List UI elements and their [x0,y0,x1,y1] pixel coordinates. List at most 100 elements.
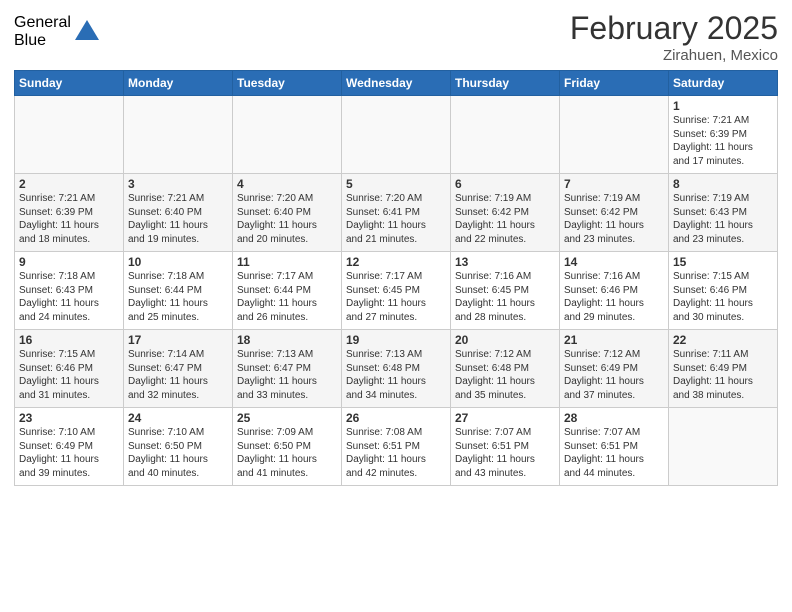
day-cell-3-5: 21Sunrise: 7:12 AMSunset: 6:49 PMDayligh… [560,330,669,408]
day-number: 28 [564,411,664,425]
day-info: Sunrise: 7:09 AMSunset: 6:50 PMDaylight:… [237,426,337,480]
day-cell-3-2: 18Sunrise: 7:13 AMSunset: 6:47 PMDayligh… [233,330,342,408]
day-cell-3-6: 22Sunrise: 7:11 AMSunset: 6:49 PMDayligh… [669,330,778,408]
logo-general: General [14,14,71,32]
day-info: Sunrise: 7:20 AMSunset: 6:40 PMDaylight:… [237,192,337,246]
day-cell-4-2: 25Sunrise: 7:09 AMSunset: 6:50 PMDayligh… [233,408,342,486]
day-cell-1-6: 8Sunrise: 7:19 AMSunset: 6:43 PMDaylight… [669,174,778,252]
day-info: Sunrise: 7:15 AMSunset: 6:46 PMDaylight:… [673,270,773,324]
day-number: 21 [564,333,664,347]
page: General Blue February 2025 Zirahuen, Mex… [0,0,792,612]
day-info: Sunrise: 7:19 AMSunset: 6:43 PMDaylight:… [673,192,773,246]
day-number: 10 [128,255,228,269]
day-cell-2-0: 9Sunrise: 7:18 AMSunset: 6:43 PMDaylight… [15,252,124,330]
week-row-3: 16Sunrise: 7:15 AMSunset: 6:46 PMDayligh… [15,330,778,408]
day-cell-2-2: 11Sunrise: 7:17 AMSunset: 6:44 PMDayligh… [233,252,342,330]
title-block: February 2025 Zirahuen, Mexico [570,10,778,64]
day-number: 7 [564,177,664,191]
col-tuesday: Tuesday [233,71,342,96]
day-info: Sunrise: 7:13 AMSunset: 6:48 PMDaylight:… [346,348,446,402]
day-info: Sunrise: 7:17 AMSunset: 6:44 PMDaylight:… [237,270,337,324]
day-info: Sunrise: 7:10 AMSunset: 6:50 PMDaylight:… [128,426,228,480]
day-number: 18 [237,333,337,347]
col-monday: Monday [124,71,233,96]
day-info: Sunrise: 7:08 AMSunset: 6:51 PMDaylight:… [346,426,446,480]
day-cell-1-0: 2Sunrise: 7:21 AMSunset: 6:39 PMDaylight… [15,174,124,252]
day-info: Sunrise: 7:19 AMSunset: 6:42 PMDaylight:… [455,192,555,246]
day-number: 5 [346,177,446,191]
day-cell-3-0: 16Sunrise: 7:15 AMSunset: 6:46 PMDayligh… [15,330,124,408]
day-info: Sunrise: 7:12 AMSunset: 6:48 PMDaylight:… [455,348,555,402]
col-friday: Friday [560,71,669,96]
location: Zirahuen, Mexico [570,47,778,64]
day-cell-0-1 [124,96,233,174]
week-row-1: 2Sunrise: 7:21 AMSunset: 6:39 PMDaylight… [15,174,778,252]
day-cell-0-2 [233,96,342,174]
day-cell-0-3 [342,96,451,174]
day-info: Sunrise: 7:18 AMSunset: 6:44 PMDaylight:… [128,270,228,324]
day-cell-0-6: 1Sunrise: 7:21 AMSunset: 6:39 PMDaylight… [669,96,778,174]
day-cell-4-5: 28Sunrise: 7:07 AMSunset: 6:51 PMDayligh… [560,408,669,486]
day-number: 20 [455,333,555,347]
day-number: 13 [455,255,555,269]
logo: General Blue [14,14,101,49]
day-number: 23 [19,411,119,425]
day-info: Sunrise: 7:07 AMSunset: 6:51 PMDaylight:… [455,426,555,480]
day-number: 12 [346,255,446,269]
week-row-4: 23Sunrise: 7:10 AMSunset: 6:49 PMDayligh… [15,408,778,486]
day-cell-3-4: 20Sunrise: 7:12 AMSunset: 6:48 PMDayligh… [451,330,560,408]
day-info: Sunrise: 7:14 AMSunset: 6:47 PMDaylight:… [128,348,228,402]
day-cell-2-5: 14Sunrise: 7:16 AMSunset: 6:46 PMDayligh… [560,252,669,330]
day-number: 14 [564,255,664,269]
day-info: Sunrise: 7:20 AMSunset: 6:41 PMDaylight:… [346,192,446,246]
day-info: Sunrise: 7:15 AMSunset: 6:46 PMDaylight:… [19,348,119,402]
day-cell-1-4: 6Sunrise: 7:19 AMSunset: 6:42 PMDaylight… [451,174,560,252]
day-number: 24 [128,411,228,425]
day-number: 26 [346,411,446,425]
day-info: Sunrise: 7:07 AMSunset: 6:51 PMDaylight:… [564,426,664,480]
day-cell-4-4: 27Sunrise: 7:07 AMSunset: 6:51 PMDayligh… [451,408,560,486]
day-info: Sunrise: 7:18 AMSunset: 6:43 PMDaylight:… [19,270,119,324]
day-info: Sunrise: 7:12 AMSunset: 6:49 PMDaylight:… [564,348,664,402]
day-number: 3 [128,177,228,191]
day-number: 9 [19,255,119,269]
day-info: Sunrise: 7:21 AMSunset: 6:40 PMDaylight:… [128,192,228,246]
day-info: Sunrise: 7:17 AMSunset: 6:45 PMDaylight:… [346,270,446,324]
week-row-0: 1Sunrise: 7:21 AMSunset: 6:39 PMDaylight… [15,96,778,174]
day-cell-4-1: 24Sunrise: 7:10 AMSunset: 6:50 PMDayligh… [124,408,233,486]
calendar-header-row: Sunday Monday Tuesday Wednesday Thursday… [15,71,778,96]
logo-icon [73,18,101,46]
week-row-2: 9Sunrise: 7:18 AMSunset: 6:43 PMDaylight… [15,252,778,330]
day-number: 8 [673,177,773,191]
month-title: February 2025 [570,10,778,47]
day-number: 19 [346,333,446,347]
logo-text: General Blue [14,14,71,49]
day-cell-4-6 [669,408,778,486]
day-info: Sunrise: 7:11 AMSunset: 6:49 PMDaylight:… [673,348,773,402]
col-wednesday: Wednesday [342,71,451,96]
day-info: Sunrise: 7:21 AMSunset: 6:39 PMDaylight:… [19,192,119,246]
day-number: 1 [673,99,773,113]
day-info: Sunrise: 7:19 AMSunset: 6:42 PMDaylight:… [564,192,664,246]
day-cell-4-3: 26Sunrise: 7:08 AMSunset: 6:51 PMDayligh… [342,408,451,486]
day-cell-2-1: 10Sunrise: 7:18 AMSunset: 6:44 PMDayligh… [124,252,233,330]
day-number: 17 [128,333,228,347]
day-info: Sunrise: 7:10 AMSunset: 6:49 PMDaylight:… [19,426,119,480]
day-cell-2-6: 15Sunrise: 7:15 AMSunset: 6:46 PMDayligh… [669,252,778,330]
day-cell-2-3: 12Sunrise: 7:17 AMSunset: 6:45 PMDayligh… [342,252,451,330]
calendar-table: Sunday Monday Tuesday Wednesday Thursday… [14,70,778,486]
col-saturday: Saturday [669,71,778,96]
day-cell-1-1: 3Sunrise: 7:21 AMSunset: 6:40 PMDaylight… [124,174,233,252]
day-number: 11 [237,255,337,269]
day-cell-0-4 [451,96,560,174]
day-info: Sunrise: 7:13 AMSunset: 6:47 PMDaylight:… [237,348,337,402]
day-cell-0-5 [560,96,669,174]
day-number: 27 [455,411,555,425]
day-number: 15 [673,255,773,269]
day-number: 16 [19,333,119,347]
logo-blue: Blue [14,32,71,50]
day-info: Sunrise: 7:16 AMSunset: 6:45 PMDaylight:… [455,270,555,324]
day-number: 25 [237,411,337,425]
day-cell-1-3: 5Sunrise: 7:20 AMSunset: 6:41 PMDaylight… [342,174,451,252]
day-cell-1-5: 7Sunrise: 7:19 AMSunset: 6:42 PMDaylight… [560,174,669,252]
